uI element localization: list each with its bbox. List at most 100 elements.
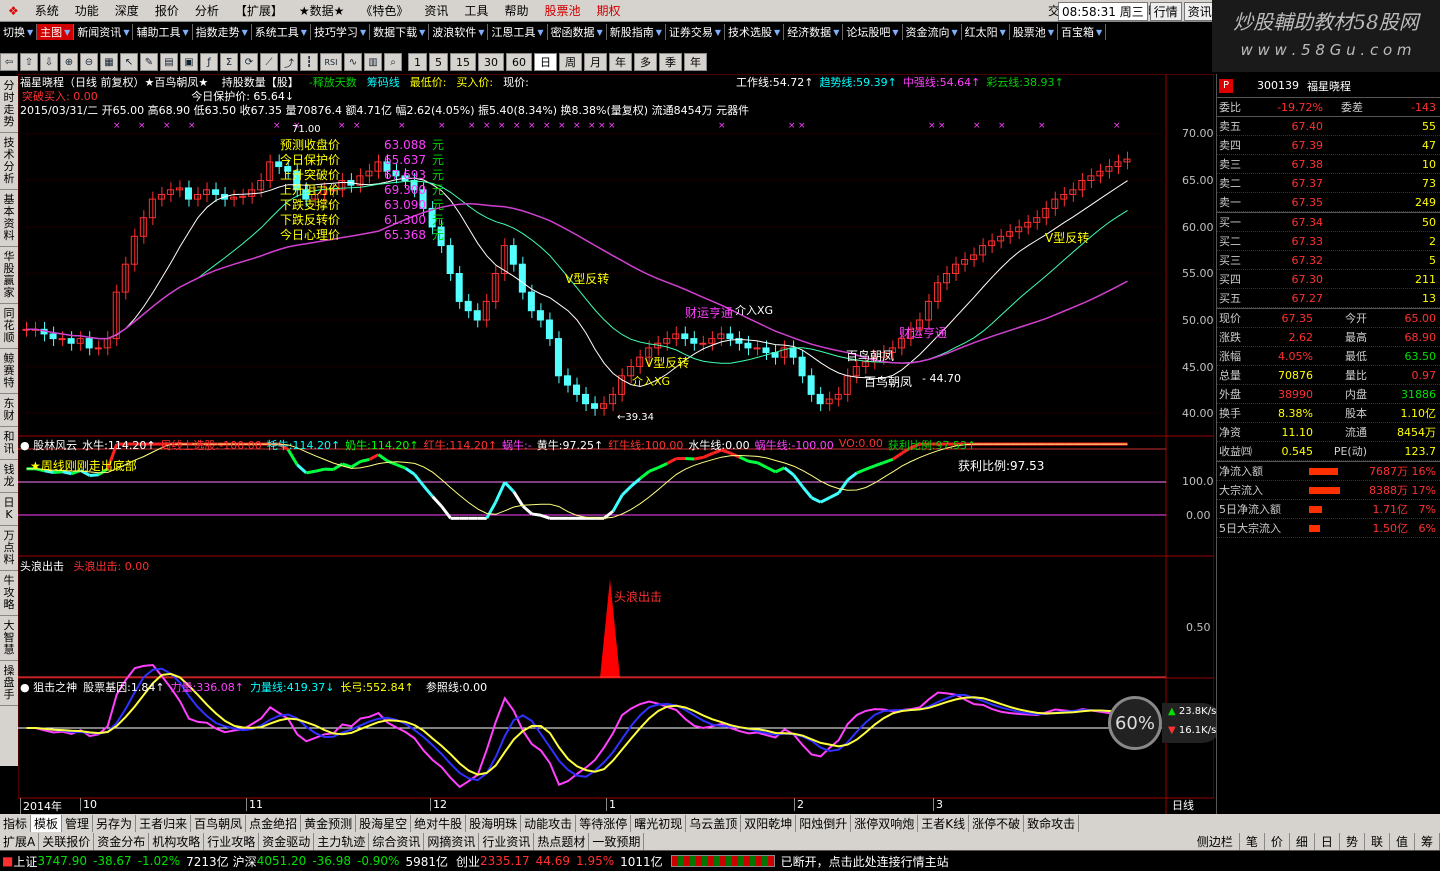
- template-tab-17[interactable]: 涨停双响炮: [851, 814, 919, 832]
- layout-icon[interactable]: ▤: [160, 53, 178, 71]
- template-tab-1[interactable]: 模板: [31, 814, 63, 832]
- template-tab-2[interactable]: 管理: [62, 814, 94, 832]
- right-tab-0[interactable]: 侧边栏: [1191, 832, 1240, 850]
- menu-item-8[interactable]: 资讯: [416, 2, 456, 19]
- trend-icon[interactable]: ⤴: [280, 53, 298, 71]
- template-tab-16[interactable]: 阳烛倒升: [796, 814, 852, 832]
- menu-item-11[interactable]: 股票池: [536, 2, 588, 19]
- template-tab-13[interactable]: 曙光初现: [631, 814, 687, 832]
- ext-tab-5[interactable]: 资金驱动: [259, 832, 315, 850]
- template-tab-15[interactable]: 双阳乾坤: [741, 814, 797, 832]
- nav-item-11[interactable]: 新股指南 ▼: [607, 24, 666, 40]
- nav-item-9[interactable]: 江恩工具 ▼: [488, 24, 548, 40]
- template-tab-12[interactable]: 等待涨停: [576, 814, 632, 832]
- grid-icon[interactable]: ▦: [100, 53, 118, 71]
- template-tab-0[interactable]: 指标: [0, 814, 32, 832]
- fx-icon[interactable]: Σ: [220, 53, 238, 71]
- template-tab-7[interactable]: 黄金预测: [301, 814, 357, 832]
- nav-item-17[interactable]: 红太阳 ▼: [962, 24, 1010, 40]
- right-tab-5[interactable]: 势: [1340, 832, 1365, 850]
- right-tab-1[interactable]: 笔: [1240, 832, 1265, 850]
- ext-tab-0[interactable]: 扩展A: [0, 832, 40, 850]
- nav-item-3[interactable]: 辅助工具 ▼: [133, 24, 193, 40]
- right-tab-6[interactable]: 联: [1365, 832, 1390, 850]
- right-tab-2[interactable]: 价: [1265, 832, 1290, 850]
- news-button[interactable]: 资讯: [1183, 2, 1216, 21]
- line-icon[interactable]: ⟋: [260, 53, 278, 71]
- zoom-in-icon[interactable]: ⊕: [60, 53, 78, 71]
- side-tab-8[interactable]: 钱龙: [0, 460, 18, 493]
- side-tab-12[interactable]: 大智慧: [0, 616, 18, 661]
- ext-tab-9[interactable]: 行业资讯: [479, 832, 535, 850]
- nav-item-10[interactable]: 密函数据 ▼: [548, 24, 607, 40]
- nav-item-1[interactable]: 主图 ▼: [37, 24, 75, 40]
- side-tab-11[interactable]: 牛攻略: [0, 571, 18, 616]
- menu-item-5[interactable]: 【扩展】: [227, 2, 291, 19]
- ext-tab-11[interactable]: 一致预期: [589, 832, 645, 850]
- side-tab-3[interactable]: 华股赢家: [0, 247, 18, 304]
- nav-item-2[interactable]: 新闻资讯 ▼: [74, 24, 134, 40]
- nav-item-18[interactable]: 股票池 ▼: [1010, 24, 1058, 40]
- ext-tab-3[interactable]: 机构攻略: [149, 832, 205, 850]
- nav-item-14[interactable]: 经济数据 ▼: [784, 24, 844, 40]
- template-tab-8[interactable]: 股海星空: [356, 814, 412, 832]
- right-tab-7[interactable]: 值: [1390, 832, 1415, 850]
- template-tab-10[interactable]: 股海明珠: [466, 814, 522, 832]
- menu-item-4[interactable]: 分析: [187, 2, 227, 19]
- ext-tab-1[interactable]: 关联报价: [39, 832, 95, 850]
- window-icon[interactable]: ▣: [180, 53, 198, 71]
- right-tab-4[interactable]: 日: [1315, 832, 1340, 850]
- side-tab-0[interactable]: 分时走势: [0, 76, 18, 133]
- nav-item-13[interactable]: 技术选股 ▼: [725, 24, 785, 40]
- period-1[interactable]: 5: [429, 53, 448, 71]
- side-tab-9[interactable]: 日K: [0, 493, 18, 526]
- side-tab-1[interactable]: 技术分析: [0, 133, 18, 190]
- menu-item-6[interactable]: ★数据★: [291, 2, 353, 19]
- period-6[interactable]: 周: [559, 53, 582, 71]
- nav-item-4[interactable]: 指数走势 ▼: [193, 24, 252, 40]
- menu-item-12[interactable]: 期权: [588, 2, 628, 19]
- wave-icon[interactable]: ∿: [344, 53, 362, 71]
- nav-item-15[interactable]: 论坛股吧 ▼: [843, 24, 903, 40]
- down-icon[interactable]: ⇩: [40, 53, 58, 71]
- right-tab-3[interactable]: 细: [1290, 832, 1315, 850]
- draw-icon[interactable]: ✎: [140, 53, 158, 71]
- period-9[interactable]: 多: [634, 53, 657, 71]
- magnify-icon[interactable]: ⌕: [384, 53, 402, 71]
- side-tab-10[interactable]: 万点料: [0, 526, 18, 571]
- menu-item-2[interactable]: 深度: [107, 2, 147, 19]
- side-tab-13[interactable]: 操盘手: [0, 661, 18, 706]
- period-0[interactable]: 1: [408, 53, 427, 71]
- ext-tab-2[interactable]: 资金分布: [94, 832, 150, 850]
- formula-icon[interactable]: ƒ: [200, 53, 218, 71]
- template-tab-5[interactable]: 百鸟朝凤: [191, 814, 247, 832]
- ext-tab-7[interactable]: 综合资讯: [369, 832, 425, 850]
- ext-tab-6[interactable]: 主力轨迹: [314, 832, 370, 850]
- nav-item-16[interactable]: 资金流向 ▼: [903, 24, 962, 40]
- period-2[interactable]: 15: [450, 53, 476, 71]
- template-tab-18[interactable]: 王者K线: [918, 814, 970, 832]
- menu-item-1[interactable]: 功能: [67, 2, 107, 19]
- rsi-icon[interactable]: RSI: [320, 53, 342, 71]
- period-3[interactable]: 30: [478, 53, 504, 71]
- zoom-out-icon[interactable]: ⊖: [80, 53, 98, 71]
- nav-item-12[interactable]: 证券交易 ▼: [666, 24, 726, 40]
- back-icon[interactable]: ⇦: [0, 53, 18, 71]
- refresh-icon[interactable]: ⟳: [240, 53, 258, 71]
- template-tab-19[interactable]: 涨停不破: [969, 814, 1025, 832]
- side-tab-5[interactable]: 鲸赛特: [0, 349, 18, 394]
- period-11[interactable]: 年: [684, 53, 707, 71]
- up-icon[interactable]: ⇧: [20, 53, 38, 71]
- period-8[interactable]: 年: [609, 53, 632, 71]
- menu-item-10[interactable]: 帮助: [496, 2, 536, 19]
- template-tab-4[interactable]: 王者归来: [136, 814, 192, 832]
- template-tab-3[interactable]: 另存为: [93, 814, 137, 832]
- menu-item-9[interactable]: 工具: [456, 2, 496, 19]
- period-5[interactable]: 日: [534, 53, 557, 71]
- ext-tab-8[interactable]: 网摘资讯: [424, 832, 480, 850]
- side-tab-7[interactable]: 和讯: [0, 427, 18, 460]
- cursor-icon[interactable]: ↖: [120, 53, 138, 71]
- template-tab-20[interactable]: 致命攻击: [1024, 814, 1080, 832]
- candle-icon[interactable]: ┇: [300, 53, 318, 71]
- template-tab-11[interactable]: 动能攻击: [521, 814, 577, 832]
